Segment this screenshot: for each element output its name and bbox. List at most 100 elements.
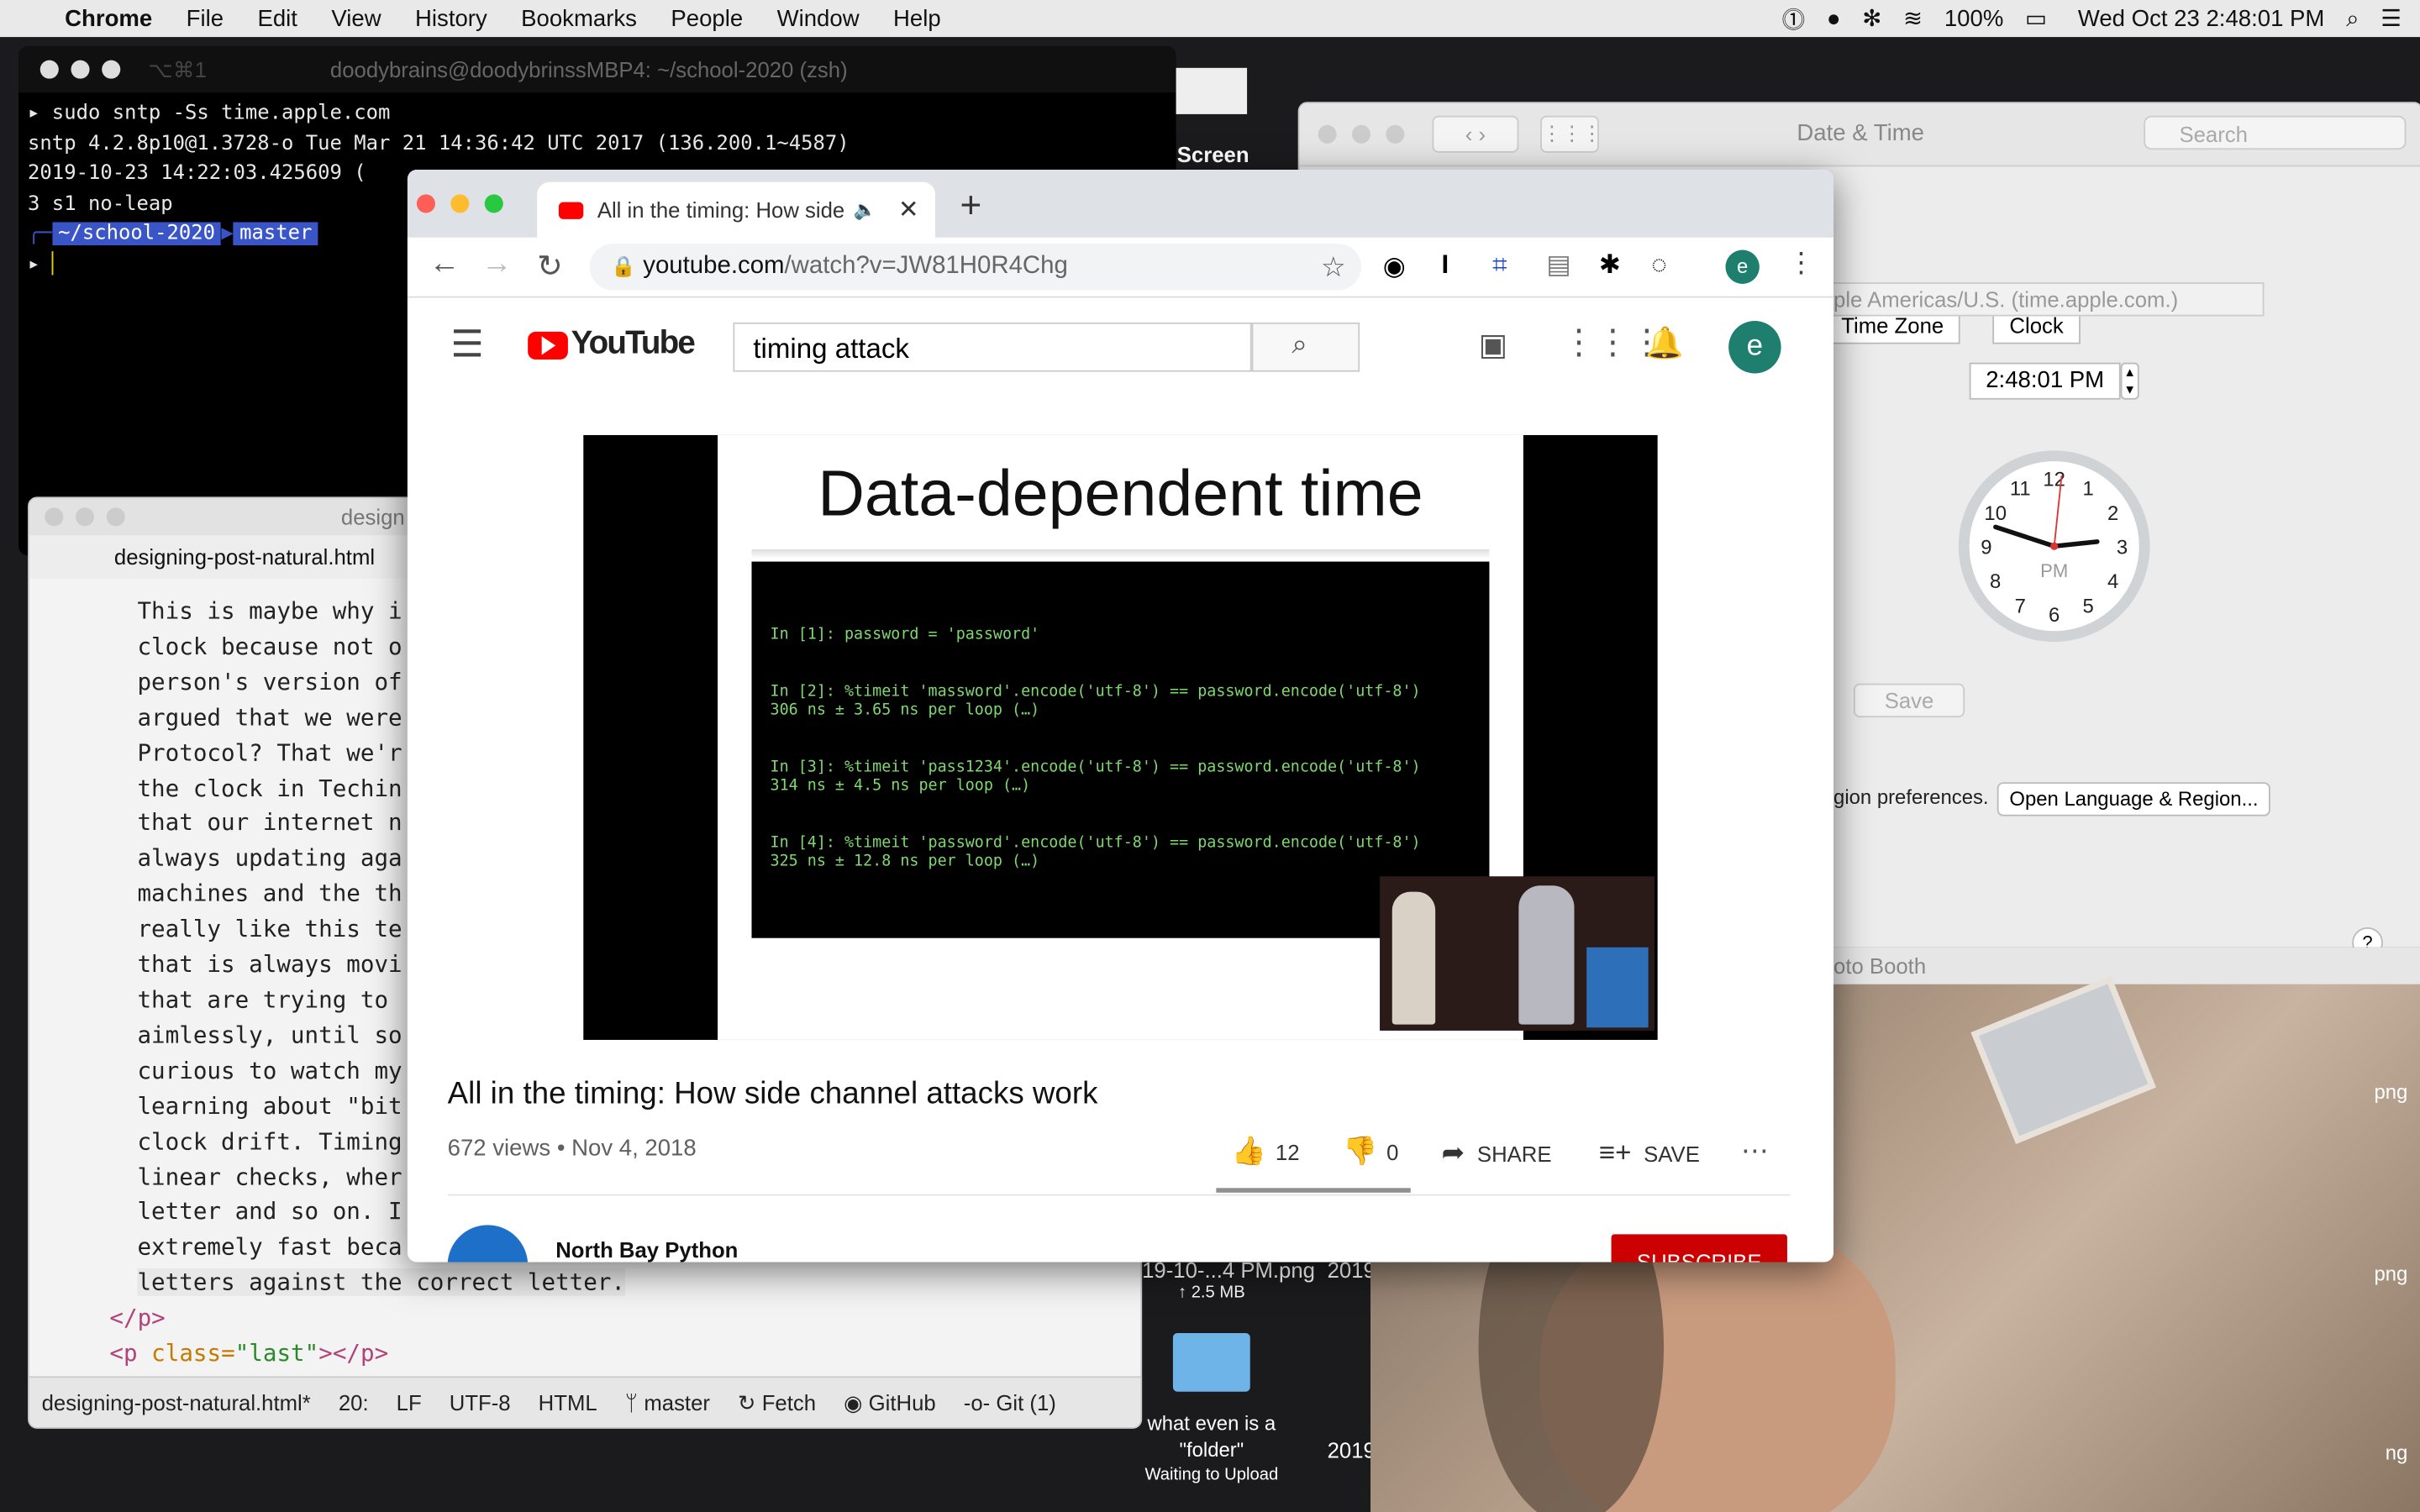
profile-avatar[interactable]: e	[1725, 249, 1760, 284]
channel-avatar[interactable]	[447, 1225, 529, 1263]
terminal-line: 3 s1 no-leap	[28, 192, 173, 216]
code-line: linear checks, wher	[137, 1162, 402, 1191]
menu-window[interactable]: Window	[777, 5, 860, 31]
branch-icon: ᛘ	[624, 1389, 639, 1415]
audio-playing-icon[interactable]: 🔈	[854, 199, 876, 221]
clock-number: 12	[2043, 469, 2065, 491]
menu-bookmarks[interactable]: Bookmarks	[521, 5, 637, 31]
refresh-icon: ↻	[738, 1389, 756, 1415]
notification-center-icon[interactable]: ☰	[2381, 5, 2402, 32]
clock-number: 9	[1981, 536, 1991, 559]
thumbs-down-icon: 👎	[1342, 1135, 1378, 1167]
bookmark-star-icon[interactable]: ☆	[1321, 244, 1346, 290]
wifi-icon[interactable]: ≋	[1903, 5, 1923, 32]
menu-clock[interactable]: Wed Oct 23 2:48:01 PM	[2078, 5, 2325, 31]
channel-name[interactable]: North Bay Python	[555, 1237, 738, 1262]
status-file[interactable]: designing-post-natural.html*	[42, 1390, 311, 1415]
status-fetch[interactable]: ↻ Fetch	[738, 1389, 816, 1415]
onepassword-extension-icon[interactable]: ◉	[1383, 251, 1406, 282]
prefs-search-input[interactable]: Search	[2144, 115, 2407, 150]
address-bar[interactable]: 🔒 youtube.com/watch?v=JW81H0R4Chg ☆	[589, 244, 1361, 291]
sync-extension-icon[interactable]: ◌	[1651, 250, 1667, 281]
status-grammar[interactable]: HTML	[539, 1390, 597, 1415]
search-button[interactable]: ⌕	[1251, 322, 1360, 372]
time-field[interactable]: 2:48:01 PM	[1969, 362, 2121, 400]
folder-label[interactable]: what even is a "folder"	[1127, 1410, 1297, 1462]
clock-number: 1	[2082, 477, 2093, 500]
chrome-window: All in the timing: How side c 🔈 ✕ + ← → …	[407, 170, 1834, 1263]
forward-arrow-icon[interactable]: →	[481, 247, 513, 282]
tab-close-icon[interactable]: ✕	[898, 194, 919, 225]
minimize-button[interactable]	[76, 507, 95, 527]
account-avatar[interactable]: e	[1728, 321, 1781, 374]
battery-icon[interactable]: ▭	[2025, 5, 2047, 32]
speaker-one	[1392, 891, 1436, 1025]
close-button[interactable]	[45, 507, 64, 527]
onepassword-icon[interactable]: ⓵	[1782, 3, 1806, 35]
minimize-button[interactable]	[450, 194, 470, 213]
code-value: "last"	[234, 1339, 319, 1368]
chrome-menu-icon[interactable]: ⋮	[1787, 247, 1815, 280]
document-extension-icon[interactable]: ▤	[1546, 250, 1571, 281]
hamburger-menu-icon[interactable]: ☰	[450, 323, 484, 367]
create-video-icon[interactable]: ▣	[1479, 326, 1508, 365]
zoom-button[interactable]	[106, 507, 125, 527]
code-line: aimlessly, until so	[137, 1021, 402, 1049]
bluetooth-icon[interactable]: ✻	[1862, 5, 1881, 32]
video-player[interactable]: Data-dependent time In [1]: password = '…	[583, 434, 1658, 1040]
analog-clock: 1234567891011 12 PM	[1958, 450, 2150, 643]
menu-history[interactable]: History	[415, 5, 487, 31]
podium	[1586, 947, 1649, 1028]
editor-markup[interactable]: </p> <p class="last"></p>	[29, 1301, 1140, 1372]
zoom-button[interactable]	[102, 60, 121, 79]
crop-extension-icon[interactable]: ⌗	[1492, 250, 1507, 281]
close-button[interactable]	[39, 60, 59, 79]
reload-icon[interactable]: ↻	[537, 247, 563, 286]
save-button[interactable]: Save	[1853, 683, 1965, 718]
code-line: really like this te	[137, 915, 402, 943]
code-line: that our internet n	[137, 809, 402, 837]
menu-file[interactable]: File	[187, 5, 224, 31]
subscribe-button[interactable]: SUBSCRIBE	[1611, 1234, 1787, 1263]
like-button[interactable]: 👍 12	[1232, 1136, 1300, 1168]
save-video-button[interactable]: ≡+ SAVE	[1599, 1137, 1700, 1170]
code-line: machines and the th	[137, 879, 402, 908]
back-arrow-icon[interactable]: ←	[429, 247, 460, 282]
battery-percent[interactable]: 100%	[1944, 5, 2003, 31]
new-tab-button[interactable]: +	[960, 185, 981, 228]
screenshot-thumbnail[interactable]	[1176, 67, 1248, 114]
zoom-button[interactable]	[484, 194, 503, 213]
evernote-icon[interactable]: ●	[1827, 5, 1841, 31]
status-branch[interactable]: ᛘ master	[625, 1390, 710, 1415]
status-line-ending[interactable]: LF	[397, 1390, 422, 1415]
editor-title: design	[340, 504, 405, 529]
notifications-bell-icon[interactable]: 🔔	[1645, 324, 1684, 363]
thumbs-up-icon: 👍	[1231, 1135, 1266, 1167]
menu-people[interactable]: People	[671, 5, 743, 31]
menu-view[interactable]: View	[331, 5, 381, 31]
slide-title: Data-dependent time	[818, 456, 1423, 529]
status-github[interactable]: ◉ GitHub	[844, 1389, 936, 1415]
search-input[interactable]: timing attack	[733, 322, 1252, 372]
folder-icon[interactable]	[1172, 1332, 1250, 1392]
minimize-button[interactable]	[71, 60, 90, 79]
browser-tab[interactable]: All in the timing: How side c 🔈 ✕	[537, 181, 936, 238]
time-server-select[interactable]: ple Americas/U.S. (time.apple.com.)	[1832, 282, 2265, 317]
terminal-title: doodybrains@doodybrinssMBP4: ~/school-20…	[329, 56, 848, 82]
asterisk-extension-icon[interactable]: ✱	[1599, 250, 1621, 281]
text-cursor-extension-icon[interactable]: I	[1442, 250, 1449, 281]
menu-edit[interactable]: Edit	[257, 5, 297, 31]
status-git[interactable]: -o- Git (1)	[964, 1390, 1056, 1415]
open-language-region-button[interactable]: Open Language & Region...	[1996, 782, 2271, 816]
menu-help[interactable]: Help	[893, 5, 941, 31]
status-encoding[interactable]: UTF-8	[450, 1390, 511, 1415]
close-button[interactable]	[416, 194, 435, 213]
dislike-button[interactable]: 👎 0	[1343, 1136, 1399, 1168]
status-position[interactable]: 20:	[339, 1390, 369, 1415]
menu-app-name[interactable]: Chrome	[65, 5, 152, 31]
time-stepper[interactable]: ▲ ▼	[2120, 362, 2139, 400]
share-button[interactable]: ➦ SHARE	[1442, 1137, 1552, 1170]
more-actions-icon[interactable]: ⋯	[1741, 1136, 1769, 1168]
youtube-logo[interactable]: YouTube	[571, 326, 696, 363]
spotlight-icon[interactable]: ⌕	[2346, 5, 2359, 31]
